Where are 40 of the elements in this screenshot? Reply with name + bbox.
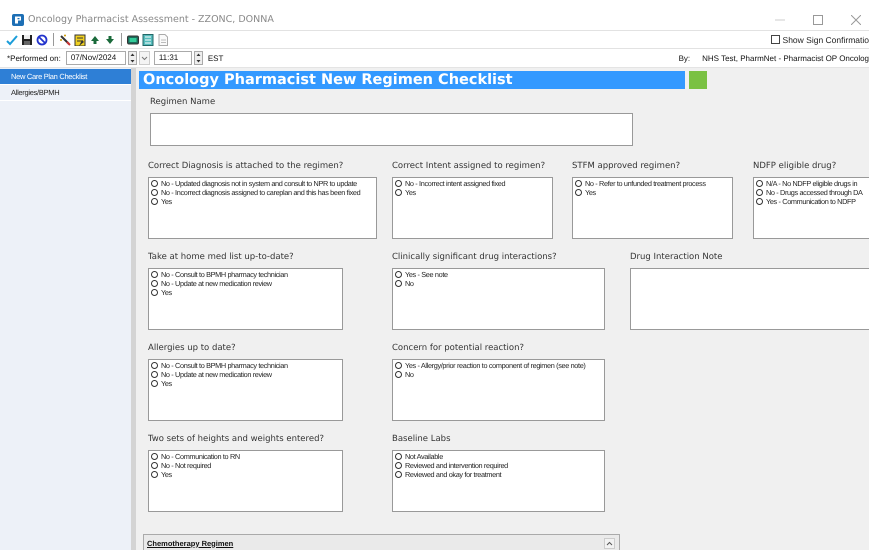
performed-on-label: *Performed on: bbox=[7, 54, 61, 62]
down-arrow-icon[interactable] bbox=[104, 34, 116, 46]
status-indicator bbox=[689, 71, 707, 89]
question-label: Two sets of heights and weights entered? bbox=[148, 434, 325, 446]
performer-name: NHS Test, PharmNet - Pharmacist OP Oncolog bbox=[702, 54, 869, 62]
question-label: Allergies up to date? bbox=[148, 343, 237, 355]
spin-icon[interactable] bbox=[194, 51, 203, 65]
form-title: Oncology Pharmacist New Regimen Checklist bbox=[139, 71, 685, 89]
question-label: Baseline Labs bbox=[392, 434, 452, 446]
note-field[interactable] bbox=[630, 268, 869, 330]
maximize-icon[interactable] bbox=[813, 14, 823, 24]
window-title: Oncology Pharmacist Assessment - ZZONC, DONNA bbox=[28, 14, 274, 25]
question-label: Correct Intent assigned to regimen? bbox=[392, 161, 546, 173]
spin-icon[interactable] bbox=[128, 51, 137, 65]
field-label: Regimen Name bbox=[150, 97, 216, 109]
question-label: Clinically significant drug interactions? bbox=[392, 252, 558, 264]
question-label: Correct Diagnosis is attached to the regimen? bbox=[148, 161, 344, 173]
question-label: Concern for potential reaction? bbox=[392, 343, 525, 355]
close-icon[interactable] bbox=[851, 14, 861, 24]
date-field[interactable]: 07/Nov/2024 bbox=[66, 51, 126, 65]
scroll-up-icon[interactable] bbox=[604, 538, 615, 548]
show-sign-confirmation-checkbox[interactable]: Show Sign Confirmatio bbox=[770, 34, 869, 44]
up-arrow-icon[interactable] bbox=[89, 34, 101, 46]
table-icon[interactable] bbox=[142, 34, 154, 46]
by-label: By: bbox=[678, 54, 690, 62]
time-field[interactable]: 11:31 bbox=[154, 51, 192, 65]
monitor-icon[interactable] bbox=[127, 34, 139, 46]
question-label: Drug Interaction Note bbox=[630, 252, 724, 264]
question-label: STFM approved regimen? bbox=[572, 161, 682, 173]
wand-icon[interactable] bbox=[59, 34, 71, 46]
cancel-icon[interactable] bbox=[36, 34, 48, 46]
dropdown-icon[interactable] bbox=[138, 51, 150, 65]
notepad-icon[interactable] bbox=[74, 34, 86, 46]
question-label: NDFP eligible drug? bbox=[753, 161, 838, 173]
save-icon[interactable] bbox=[21, 34, 33, 46]
app-icon bbox=[12, 14, 24, 26]
regimen-name-field[interactable] bbox=[150, 113, 633, 146]
question-label: Take at home med list up-to-date? bbox=[148, 252, 295, 264]
checkmark-icon[interactable] bbox=[6, 34, 18, 46]
timezone-label: EST bbox=[208, 54, 224, 62]
